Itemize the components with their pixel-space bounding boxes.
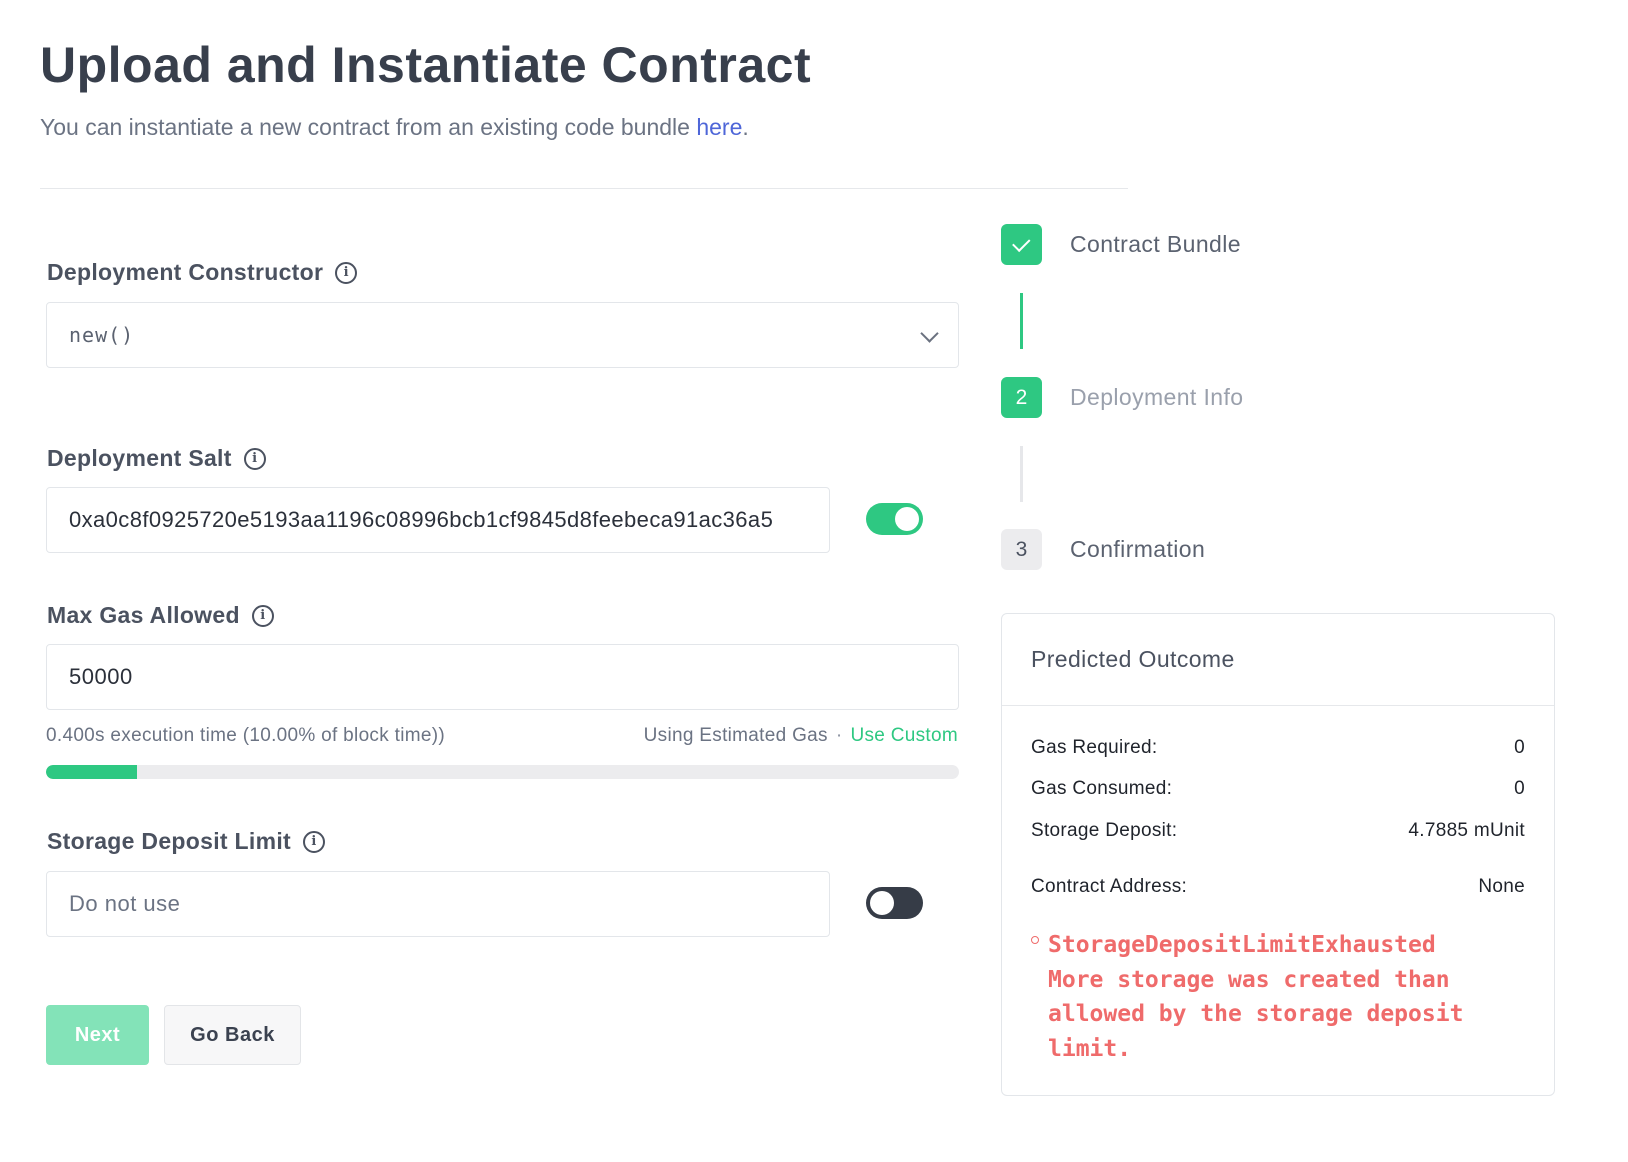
gas-execution-hint: 0.400s execution time (10.00% of block t… <box>46 725 445 746</box>
step-connector <box>1020 446 1023 502</box>
outcome-label: Gas Consumed: <box>1031 778 1173 799</box>
salt-value: 0xa0c8f0925720e5193aa1196c08996bcb1cf984… <box>69 507 774 532</box>
step-3-number: 3 <box>1001 529 1042 570</box>
salt-input[interactable]: 0xa0c8f0925720e5193aa1196c08996bcb1cf984… <box>46 487 830 553</box>
gas-value: 50000 <box>69 664 133 689</box>
outcome-row: Storage Deposit: 4.7885 mUnit <box>1031 820 1525 842</box>
step-1-label: Contract Bundle <box>1070 231 1241 257</box>
go-back-button[interactable]: Go Back <box>164 1005 301 1065</box>
gas-progress-fill <box>46 765 138 779</box>
outcome-label: Gas Required: <box>1031 737 1158 758</box>
outcome-label: Storage Deposit: <box>1031 820 1178 841</box>
storage-toggle[interactable] <box>866 887 923 919</box>
storage-label-text: Storage Deposit Limit <box>47 828 291 854</box>
constructor-value: new() <box>69 323 135 347</box>
predicted-outcome-card: Predicted Outcome Gas Required: 0 Gas Co… <box>1001 613 1555 1096</box>
card-divider <box>1002 705 1554 706</box>
error-name: StorageDepositLimitExhausted <box>1048 932 1436 958</box>
check-icon <box>1011 233 1030 252</box>
salt-label: Deployment Salt i <box>47 445 266 472</box>
salt-label-text: Deployment Salt <box>47 445 232 471</box>
step-2-number: 2 <box>1001 377 1042 418</box>
error-message: StorageDepositLimitExhausted More storag… <box>1031 928 1534 1066</box>
info-icon[interactable]: i <box>251 604 274 627</box>
info-icon[interactable]: i <box>335 261 358 284</box>
chevron-down-icon <box>920 324 939 343</box>
constructor-label-text: Deployment Constructor <box>47 259 324 285</box>
salt-toggle[interactable] <box>866 503 923 535</box>
error-bullet-icon <box>1031 936 1039 944</box>
outcome-value: 0 <box>1514 778 1525 799</box>
storage-placeholder: Do not use <box>69 891 181 916</box>
outcome-row: Contract Address: None <box>1031 876 1525 898</box>
outcome-label: Contract Address: <box>1031 876 1188 897</box>
page-subtitle: You can instantiate a new contract from … <box>40 114 749 141</box>
step-1-check <box>1001 224 1042 265</box>
gas-mode-separator: · <box>835 725 843 746</box>
gas-input[interactable]: 50000 <box>46 644 959 710</box>
gas-label: Max Gas Allowed i <box>47 602 274 629</box>
toggle-knob <box>870 891 894 915</box>
constructor-select[interactable]: new() <box>46 302 959 368</box>
toggle-knob <box>895 507 919 531</box>
step-connector <box>1020 293 1023 349</box>
subtitle-text: You can instantiate a new contract from … <box>40 114 690 140</box>
page: Upload and Instantiate Contract You can … <box>0 0 1628 1162</box>
outcome-value: None <box>1478 876 1525 897</box>
next-button[interactable]: Next <box>46 1005 149 1065</box>
step-3-label: Confirmation <box>1070 536 1206 562</box>
step-2-label: Deployment Info <box>1070 384 1244 410</box>
subtitle-period: . <box>742 114 749 140</box>
storage-limit-input[interactable]: Do not use <box>46 871 830 937</box>
gas-mode-text: Using Estimated Gas <box>643 725 828 746</box>
gas-progress-bar <box>46 765 959 779</box>
gas-mode: Using Estimated Gas · Use Custom <box>644 725 958 747</box>
outcome-row: Gas Required: 0 <box>1031 737 1525 759</box>
storage-label: Storage Deposit Limit i <box>47 828 325 855</box>
info-icon[interactable]: i <box>243 447 266 470</box>
error-description: More storage was created than allowed by… <box>1048 966 1464 1062</box>
info-icon[interactable]: i <box>303 830 325 853</box>
outcome-value: 4.7885 mUnit <box>1408 820 1525 841</box>
outcome-row: Gas Consumed: 0 <box>1031 778 1525 800</box>
card-title: Predicted Outcome <box>1031 646 1235 672</box>
page-title: Upload and Instantiate Contract <box>40 37 812 93</box>
use-custom-link[interactable]: Use Custom <box>850 725 958 746</box>
here-link[interactable]: here <box>696 114 742 140</box>
gas-label-text: Max Gas Allowed <box>47 602 240 628</box>
constructor-label: Deployment Constructor i <box>47 259 358 286</box>
header-divider <box>40 188 1128 189</box>
outcome-value: 0 <box>1514 737 1525 758</box>
